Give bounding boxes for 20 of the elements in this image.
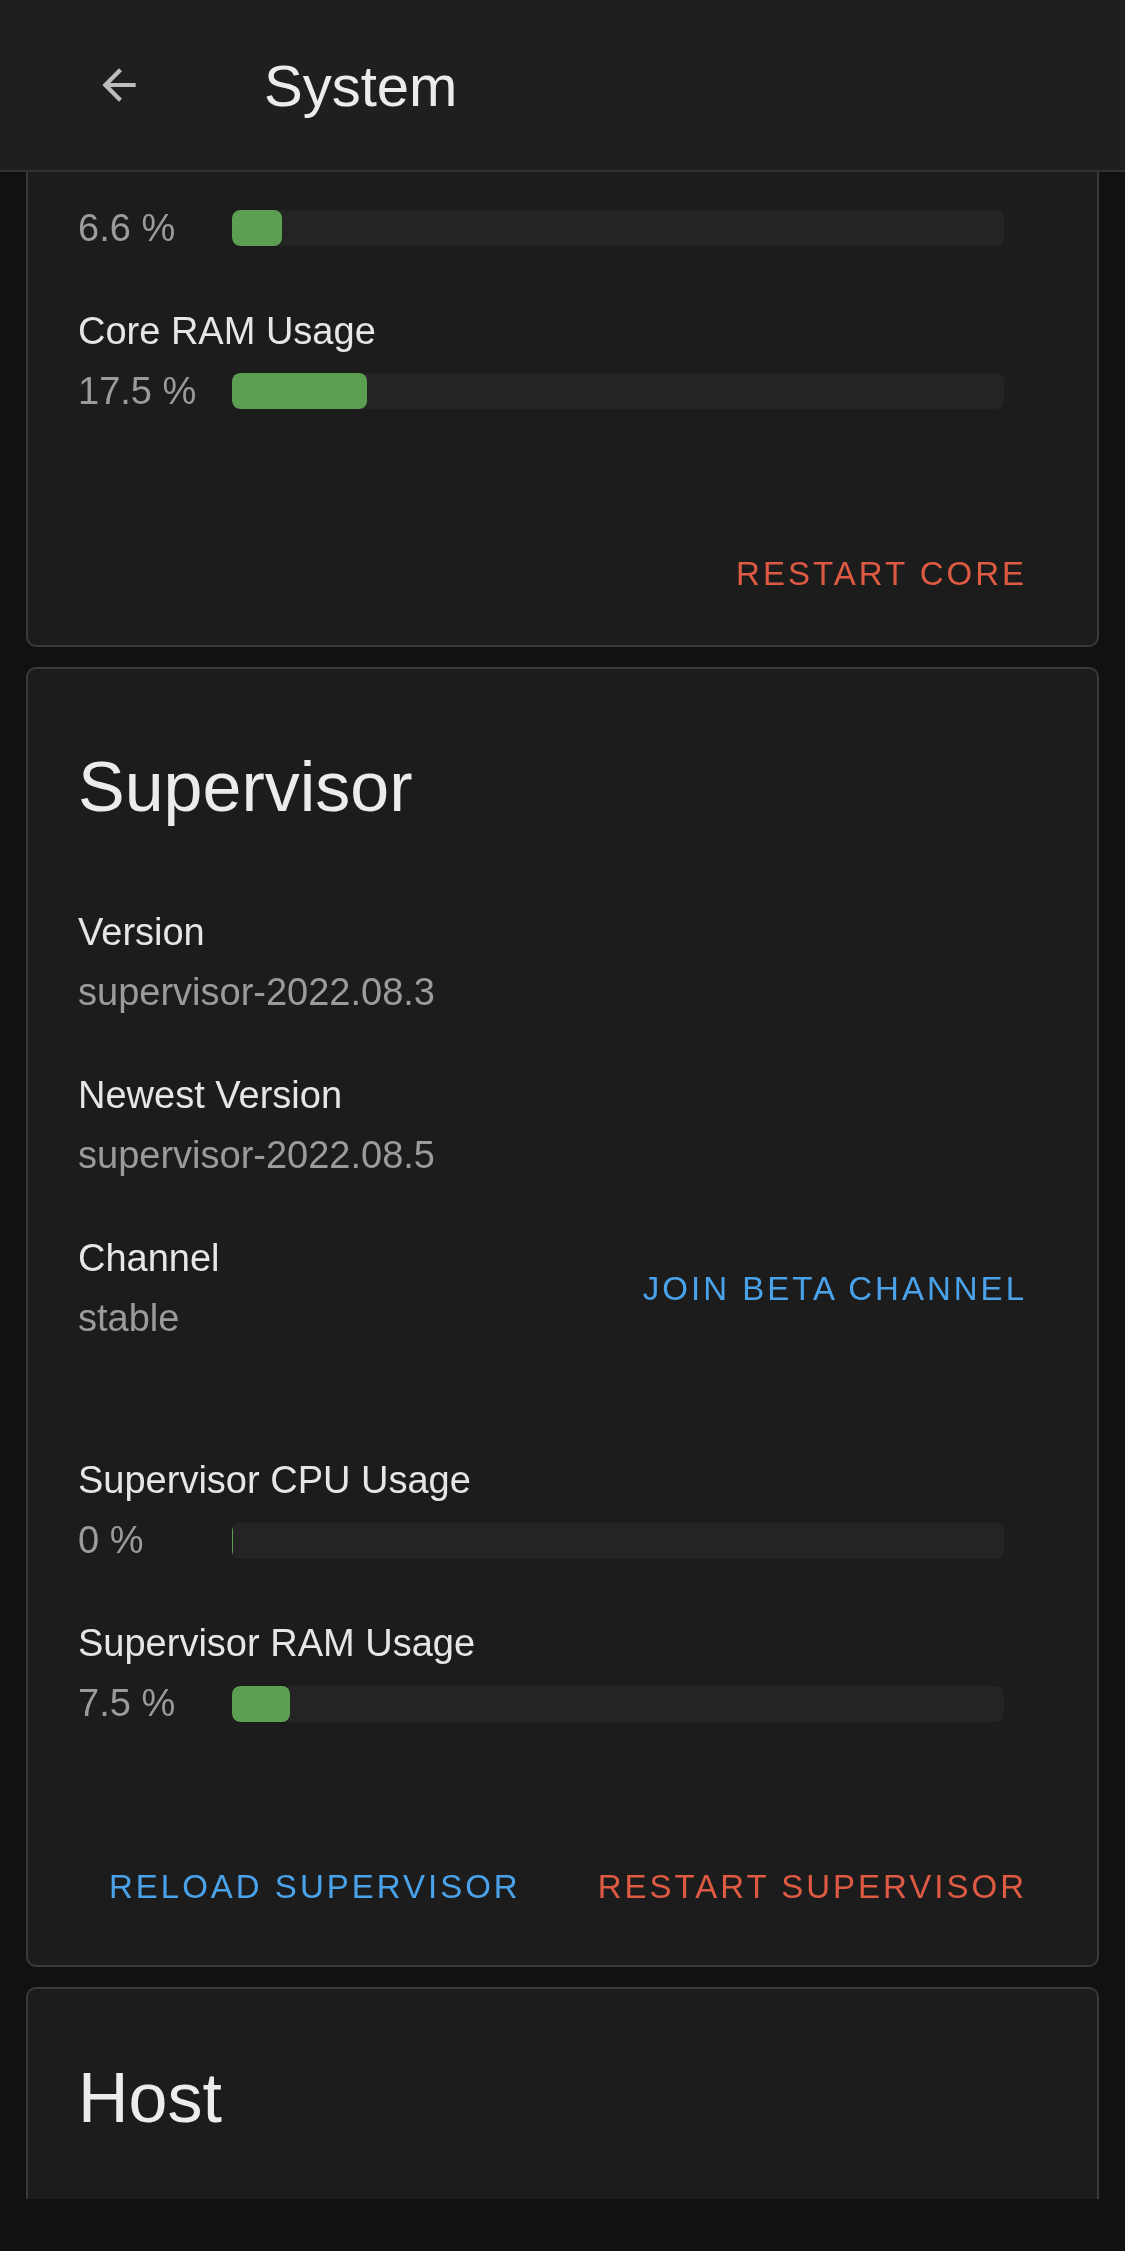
field-label: Channel	[78, 1236, 220, 1281]
page-title: System	[264, 51, 458, 120]
action-button[interactable]: RELOAD SUPERVISOR	[97, 1849, 533, 1923]
metric-label: Core RAM Usage	[78, 308, 376, 354]
metric-value: 17.5 %	[78, 368, 198, 414]
field-label: Newest Version	[78, 1073, 342, 1118]
metric-label: Supervisor CPU Usage	[78, 1458, 471, 1503]
action-button[interactable]: RESTART SUPERVISOR	[585, 1849, 1039, 1923]
metric-value: 0 %	[78, 1518, 145, 1563]
action-button[interactable]: RESTART CORE	[724, 537, 1039, 611]
field-value: supervisor-2022.08.3	[78, 970, 435, 1015]
field-value: stable	[78, 1296, 180, 1341]
card-title: Supervisor	[78, 746, 414, 827]
metric-value: 7.5 %	[78, 1681, 177, 1726]
field-value: supervisor-2022.08.5	[78, 1133, 435, 1178]
join-beta-button[interactable]: JOIN BETA CHANNEL	[630, 1251, 1039, 1326]
metric-label: Supervisor RAM Usage	[78, 1621, 476, 1666]
metric-value: 6.6 %	[78, 205, 177, 251]
field-label: Version	[78, 910, 205, 955]
card-title: Host	[78, 2058, 223, 2138]
